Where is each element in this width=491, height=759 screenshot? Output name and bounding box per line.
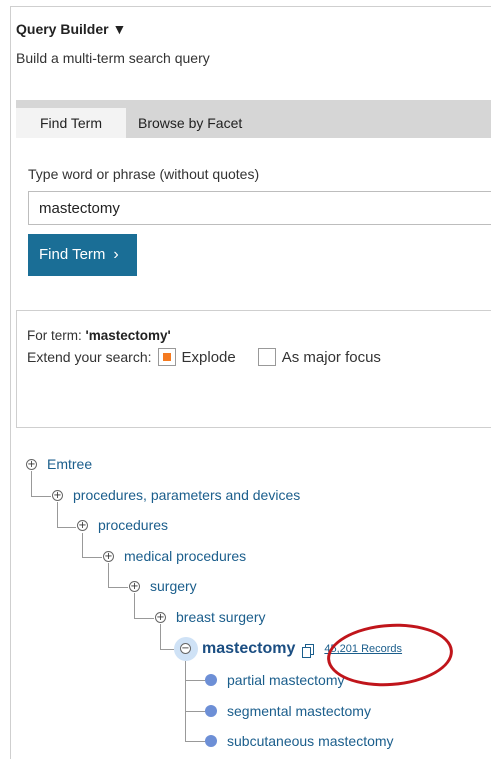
tree-node-label[interactable]: procedures	[98, 517, 168, 533]
tree-connector	[160, 624, 161, 649]
tree-connector	[185, 711, 205, 712]
tree-connector	[108, 587, 128, 588]
tree-node-breast-surgery[interactable]: + breast surgery	[155, 609, 265, 625]
tree-node-procedures-parameters-devices[interactable]: + procedures, parameters and devices	[52, 487, 300, 503]
copy-icon[interactable]	[302, 643, 315, 658]
tree-connector	[134, 618, 154, 619]
expand-icon[interactable]: +	[129, 580, 140, 592]
tree-node-label[interactable]: surgery	[150, 578, 197, 594]
emtree-hierarchy: + Emtree + procedures, parameters and devi…	[0, 0, 491, 758]
tree-connector	[82, 557, 102, 558]
tree-node-procedures[interactable]: + procedures	[77, 517, 168, 533]
collapse-highlight: −	[174, 637, 198, 661]
expand-icon[interactable]: +	[26, 458, 37, 470]
expand-icon[interactable]: +	[52, 489, 63, 501]
tree-connector	[31, 496, 51, 497]
tree-node-label[interactable]: medical procedures	[124, 548, 246, 564]
tree-connector	[57, 502, 58, 527]
tree-node-label[interactable]: subcutaneous mastectomy	[227, 733, 394, 749]
tree-node-surgery[interactable]: + surgery	[129, 578, 197, 594]
tree-node-label[interactable]: procedures, parameters and devices	[73, 487, 300, 503]
leaf-dot-icon	[205, 735, 217, 747]
tree-connector	[185, 741, 205, 742]
collapse-icon[interactable]: −	[180, 643, 191, 654]
tree-connector	[108, 563, 109, 587]
tree-node-label[interactable]: Emtree	[47, 456, 92, 472]
tree-connector	[82, 533, 83, 557]
records-highlight-circle	[324, 619, 456, 691]
tree-node-subcutaneous-mastectomy[interactable]: subcutaneous mastectomy	[205, 733, 394, 749]
tree-node-label[interactable]: segmental mastectomy	[227, 703, 371, 719]
tree-connector	[185, 661, 186, 741]
leaf-dot-icon	[205, 705, 217, 717]
tree-connector	[185, 680, 205, 681]
tree-node-emtree[interactable]: + Emtree	[26, 456, 92, 472]
expand-icon[interactable]: +	[155, 611, 166, 623]
tree-node-label[interactable]: partial mastectomy	[227, 672, 344, 688]
tree-node-label[interactable]: breast surgery	[176, 609, 265, 625]
tree-connector	[31, 471, 32, 496]
expand-icon[interactable]: +	[103, 550, 114, 562]
tree-connector	[134, 593, 135, 618]
tree-node-medical-procedures[interactable]: + medical procedures	[103, 548, 246, 564]
selected-term-label[interactable]: mastectomy	[202, 640, 295, 658]
tree-node-segmental-mastectomy[interactable]: segmental mastectomy	[205, 703, 371, 719]
leaf-dot-icon	[205, 674, 217, 686]
tree-connector	[57, 527, 76, 528]
tree-connector	[160, 649, 174, 650]
expand-icon[interactable]: +	[77, 519, 88, 531]
tree-node-partial-mastectomy[interactable]: partial mastectomy	[205, 672, 344, 688]
